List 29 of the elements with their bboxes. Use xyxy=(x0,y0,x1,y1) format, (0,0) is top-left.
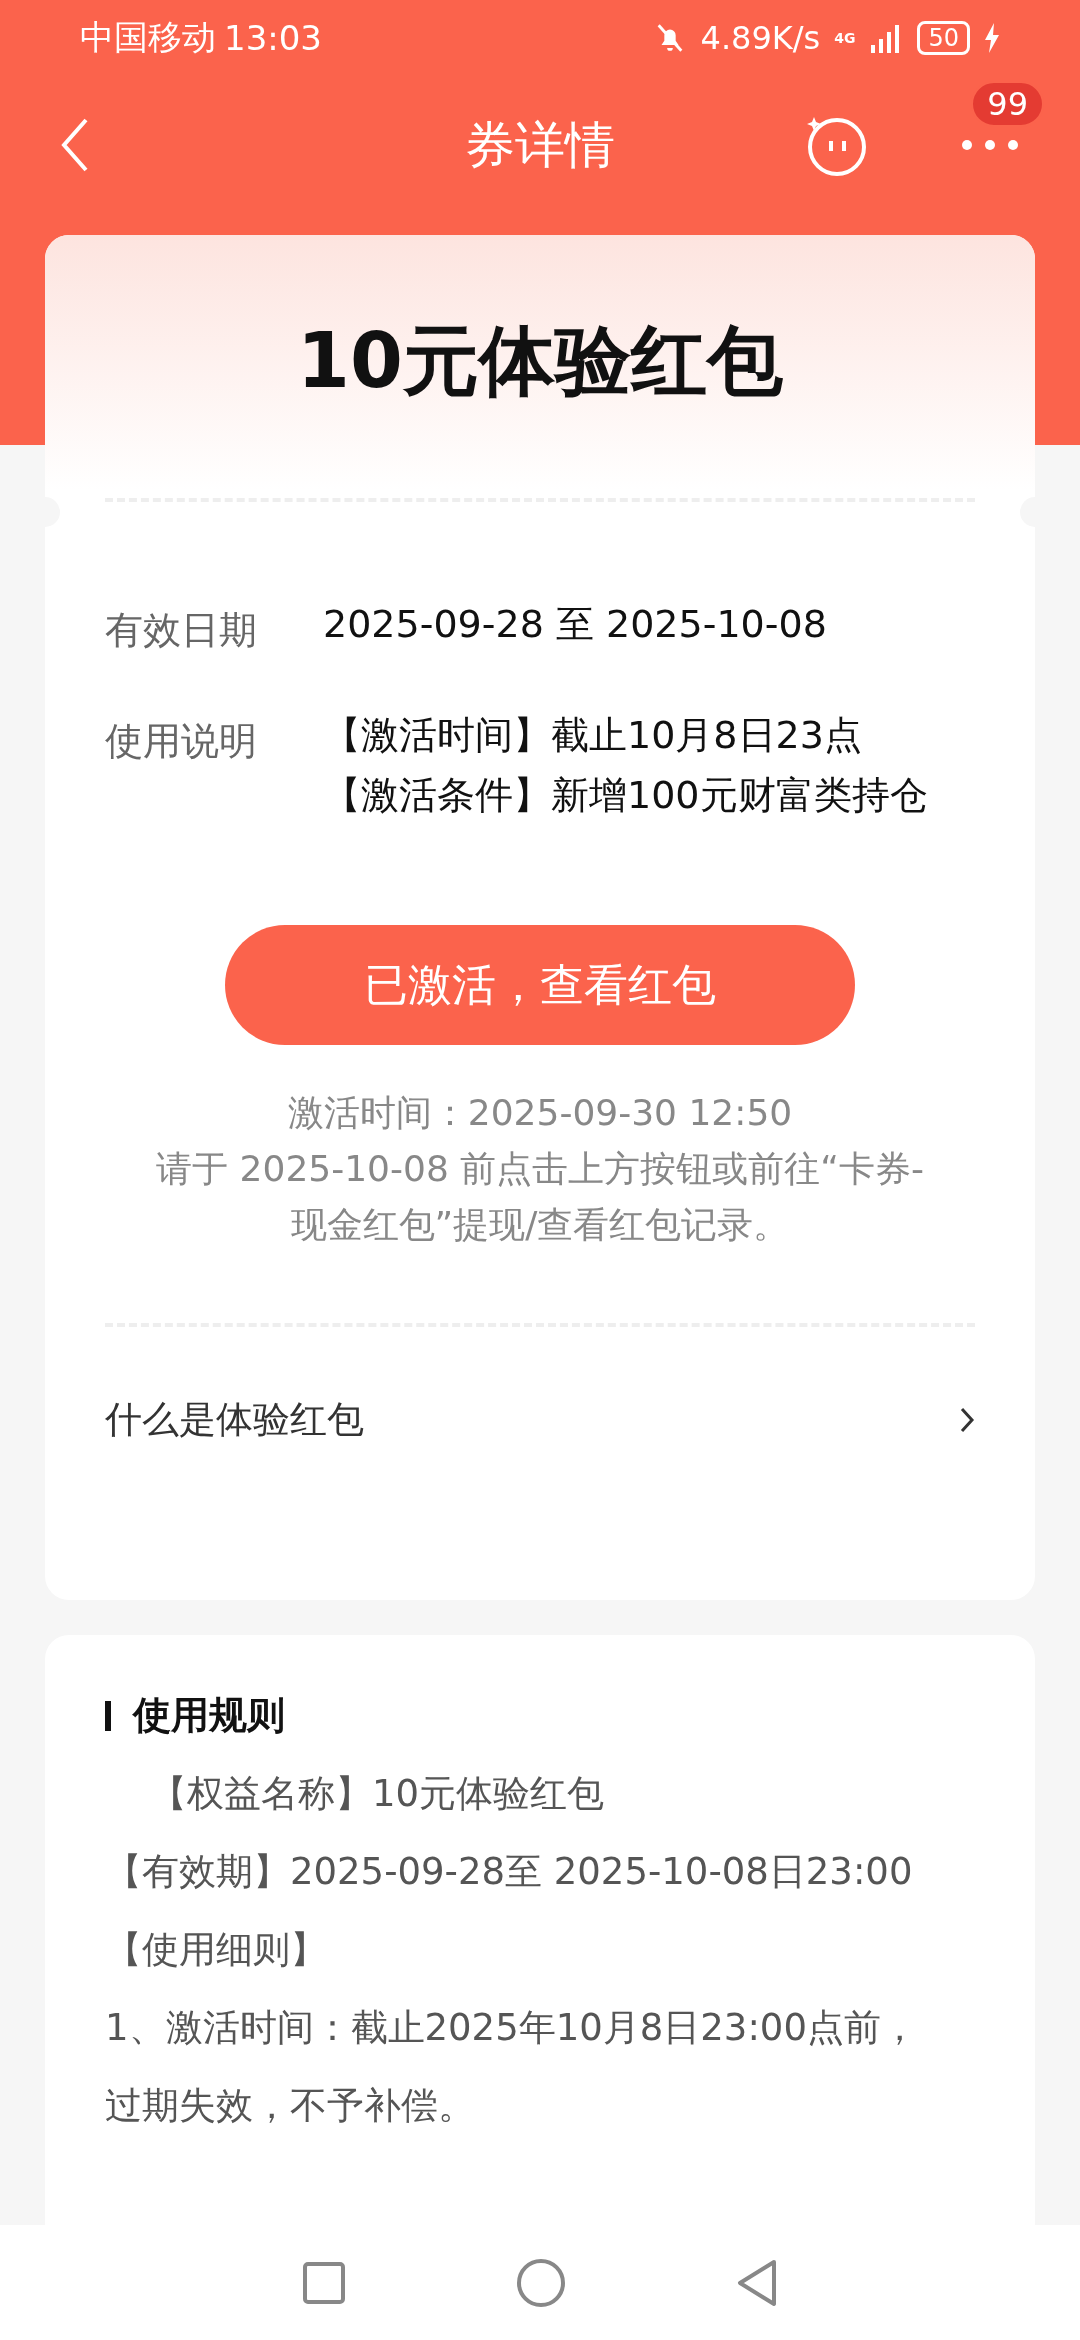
instruction-text: 请于 2025-10-08 前点击上方按钮或前往“卡券-现金红包”提现/查看红包记录。 xyxy=(155,1147,925,1247)
field-value: 2025-09-28 至 2025-10-08 xyxy=(323,601,828,648)
back-icon[interactable] xyxy=(60,117,90,173)
field-label: 有效日期 xyxy=(105,607,258,654)
coupon-title: 10元体验红包 xyxy=(297,315,783,407)
field-label: 使用说明 xyxy=(105,718,258,765)
field-value: 【激活时间】截止10月8日23点 xyxy=(323,712,863,759)
network-type-text: 4G xyxy=(834,30,856,45)
rule-text: 【有效期】2025-09-28至 2025-10-08日23:00 xyxy=(105,1849,914,1895)
carrier-text: 中国移动 xyxy=(80,15,216,59)
clock-text: 13:03 xyxy=(224,17,322,58)
rule-text: 【权益名称】10元体验红包 xyxy=(149,1771,606,1817)
recent-apps-icon[interactable] xyxy=(302,2260,346,2305)
chevron-right-icon xyxy=(959,1406,975,1434)
rule-text: 1、激活时间：截止2025年10月8日23:00点前，过期失效，不予补偿。 xyxy=(105,2005,919,2129)
notification-badge: 99 xyxy=(971,81,1044,127)
charging-icon xyxy=(984,22,1000,53)
section-title: 使用规则 xyxy=(133,1692,285,1739)
page-title: 券详情 xyxy=(465,114,615,176)
back-nav-icon[interactable] xyxy=(736,2257,778,2308)
rule-text: 【使用细则】 xyxy=(105,1927,328,1973)
help-link[interactable]: 什么是体验红包 xyxy=(105,1395,959,1445)
network-speed-text: 4.89K/s xyxy=(700,18,821,57)
home-icon[interactable] xyxy=(516,2257,566,2308)
field-value: 【激活条件】新增100元财富类持仓 xyxy=(323,772,929,819)
battery-level-text: 50 xyxy=(917,20,970,55)
activation-time-text: 激活时间：2025-09-30 12:50 xyxy=(286,1091,794,1135)
section-marker xyxy=(105,1700,111,1731)
more-icon[interactable] xyxy=(960,138,1020,152)
